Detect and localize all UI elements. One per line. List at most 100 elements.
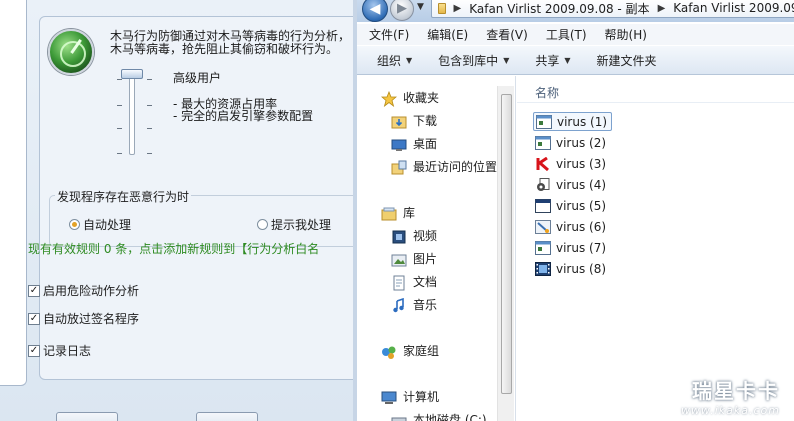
checkbox-record-log[interactable]: ✓ 记录日志	[28, 342, 91, 359]
hard-disk-icon	[391, 413, 407, 421]
navigation-pane: 收藏夹 下载 桌面 最近访问的位置 库 视频 图片 文档 音乐 家庭组 计算机 …	[357, 76, 516, 421]
file-item[interactable]: virus (4)	[533, 175, 610, 194]
recent-pages-dropdown-icon[interactable]: ▼	[417, 2, 424, 12]
file-item[interactable]: virus (8)	[533, 259, 610, 278]
nav-local-disk-label: 本地磁盘 (C:)	[413, 413, 487, 421]
add-rule-link[interactable]: 现有有效规则 0 条，点击添加新规则到【行为分析白名	[28, 240, 319, 257]
forward-button[interactable]: ▶	[390, 0, 414, 21]
nav-videos[interactable]: 视频	[391, 227, 437, 244]
slider-tick	[147, 153, 152, 154]
menu-file[interactable]: 文件(F)	[369, 26, 409, 43]
recent-places-icon	[391, 160, 407, 174]
feature-text-2: 完全的启发引擎参数配置	[181, 109, 314, 123]
nav-pictures[interactable]: 图片	[391, 250, 437, 267]
command-toolbar: 组织 ▼ 包含到库中 ▼ 共享 ▼ 新建文件夹	[357, 46, 794, 75]
slider-tick	[117, 128, 122, 129]
menu-tools[interactable]: 工具(T)	[546, 26, 587, 43]
menu-help[interactable]: 帮助(H)	[605, 26, 647, 43]
breadcrumb-separator-icon[interactable]: ▶	[658, 3, 666, 14]
slider-thumb[interactable]	[121, 69, 143, 79]
nav-computer-label: 计算机	[403, 390, 440, 404]
organize-button[interactable]: 组织 ▼	[377, 52, 412, 69]
desktop-icon	[391, 137, 407, 151]
radio-auto-handle[interactable]: 自动处理	[69, 216, 131, 233]
nav-libraries-label: 库	[403, 206, 416, 220]
music-note-icon	[391, 297, 407, 312]
nav-music[interactable]: 音乐	[391, 296, 437, 313]
file-item[interactable]: virus (7)	[533, 238, 610, 257]
watermark-logo-text: 瑞星卡卡	[692, 378, 780, 403]
computer-icon	[381, 390, 397, 404]
protection-level-slider[interactable]	[115, 69, 155, 159]
address-bar[interactable]: ▶ Kafan Virlist 2009.09.08 - 副本 ▶ Kafan …	[431, 0, 794, 18]
library-icon	[381, 206, 397, 220]
film-icon	[535, 261, 551, 276]
column-header-name[interactable]: 名称	[535, 84, 559, 101]
bottom-button-2[interactable]	[196, 412, 258, 421]
file-item[interactable]: virus (5)	[533, 196, 610, 215]
breadcrumb-item[interactable]: Kafan Virlist 2009.09.0	[673, 1, 794, 15]
nav-libraries[interactable]: 库	[381, 204, 415, 221]
window-blue-icon	[535, 198, 551, 213]
checkbox-checked-icon[interactable]: ✓	[28, 284, 40, 297]
nav-music-label: 音乐	[413, 298, 438, 312]
menu-view[interactable]: 查看(V)	[486, 26, 528, 43]
slider-tick	[147, 128, 152, 129]
picture-library-icon	[391, 252, 407, 266]
slider-track[interactable]	[129, 75, 135, 155]
back-button[interactable]: ◀	[362, 0, 388, 22]
nav-documents-label: 文档	[413, 275, 438, 289]
file-name: virus (8)	[556, 261, 607, 276]
checkbox-danger-label: 启用危险动作分析	[43, 284, 140, 298]
file-item[interactable]: virus (1)	[533, 112, 613, 131]
include-in-library-button[interactable]: 包含到库中 ▼	[438, 52, 509, 69]
back-arrow-icon: ◀	[369, 1, 381, 17]
installer-icon	[535, 219, 551, 234]
nav-pictures-label: 图片	[413, 252, 438, 266]
rising-kaka-watermark: 瑞星卡卡 www.ikaka.com	[660, 370, 794, 421]
file-item[interactable]: virus (6)	[533, 217, 610, 236]
organize-label: 组织	[377, 53, 402, 68]
radio-selected-icon[interactable]	[69, 219, 80, 230]
nav-local-disk[interactable]: 本地磁盘 (C:)	[391, 411, 487, 421]
dropdown-arrow-icon: ▼	[406, 55, 413, 65]
radio-prompt-me[interactable]: 提示我处理	[257, 216, 331, 233]
radio-unselected-icon[interactable]	[257, 219, 268, 230]
nav-downloads[interactable]: 下载	[391, 112, 437, 129]
nav-desktop[interactable]: 桌面	[391, 135, 437, 152]
nav-documents[interactable]: 文档	[391, 273, 437, 290]
document-library-icon	[391, 275, 407, 290]
slider-tick	[117, 105, 122, 106]
downloads-folder-icon	[391, 114, 407, 128]
nav-downloads-label: 下载	[413, 114, 438, 128]
new-folder-button[interactable]: 新建文件夹	[597, 52, 657, 69]
nav-computer[interactable]: 计算机	[381, 388, 439, 405]
checkbox-danger-analysis[interactable]: ✓ 启用危险动作分析	[28, 282, 139, 299]
level-label: 高级用户	[173, 71, 222, 85]
explorer-window: ◀ ▶ ▼ ▶ Kafan Virlist 2009.09.08 - 副本 ▶ …	[353, 0, 794, 421]
checkbox-sign-label: 自动放过签名程序	[43, 312, 140, 326]
file-item[interactable]: virus (3)	[533, 154, 610, 173]
nav-scrollbar[interactable]	[497, 86, 514, 421]
file-item[interactable]: virus (2)	[533, 133, 610, 152]
checkbox-checked-icon[interactable]: ✓	[28, 312, 40, 325]
slider-tick	[147, 79, 152, 80]
checkbox-skip-signed[interactable]: ✓ 自动放过签名程序	[28, 310, 139, 327]
bottom-button-1[interactable]	[56, 412, 118, 421]
breadcrumb-item[interactable]: Kafan Virlist 2009.09.08 - 副本	[469, 0, 649, 17]
checkbox-checked-icon[interactable]: ✓	[28, 344, 40, 357]
include-library-label: 包含到库中	[438, 53, 499, 68]
share-button[interactable]: 共享 ▼	[535, 52, 570, 69]
file-name: virus (1)	[557, 114, 608, 129]
nav-recent-places[interactable]: 最近访问的位置	[391, 158, 497, 175]
nav-homegroup[interactable]: 家庭组	[381, 342, 439, 359]
nav-scroll-thumb[interactable]	[501, 94, 512, 394]
breadcrumb-separator-icon[interactable]: ▶	[454, 3, 462, 14]
menu-edit[interactable]: 编辑(E)	[427, 26, 468, 43]
forward-arrow-icon: ▶	[397, 1, 407, 16]
nav-favorites[interactable]: 收藏夹	[380, 89, 439, 107]
checkbox-log-label: 记录日志	[43, 344, 92, 358]
radar-shield-icon	[48, 29, 94, 75]
slider-tick	[117, 153, 122, 154]
slider-tick	[147, 105, 152, 106]
